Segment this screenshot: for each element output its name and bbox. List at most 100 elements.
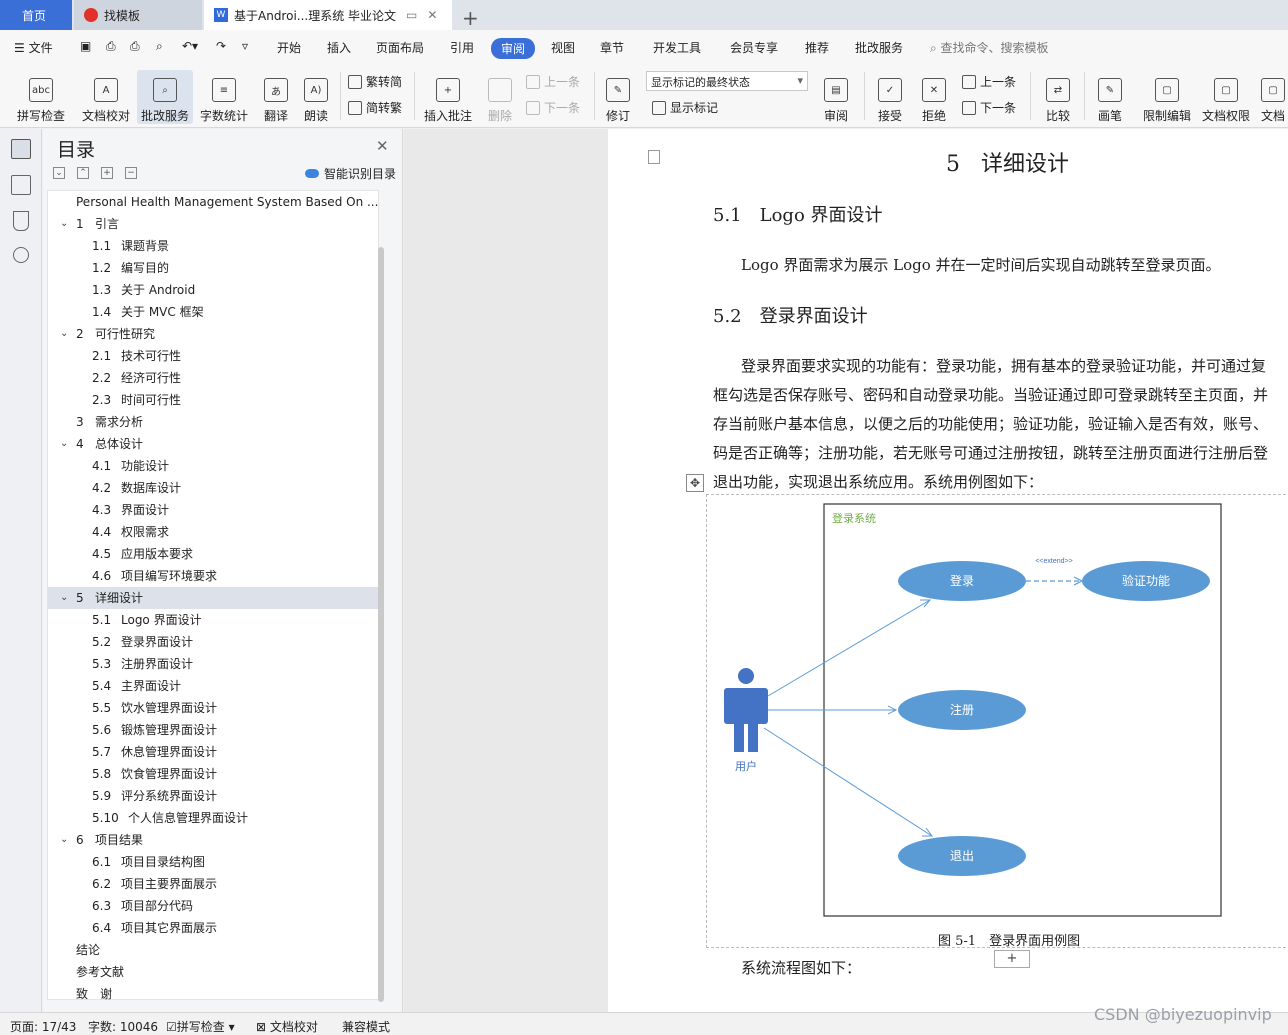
status-spellcheck[interactable]: ☑拼写检查 ▾ [166,1018,235,1035]
markup-state-select[interactable]: 显示标记的最终状态 ▾ [646,71,808,91]
add-heading-icon[interactable]: + [101,167,113,179]
tab-home[interactable]: 首页 [0,0,72,30]
menu-view[interactable]: 视图 [551,39,575,56]
menu-chapter[interactable]: 章节 [600,39,624,56]
toc-item[interactable]: 5.10 个人信息管理界面设计 [48,807,378,829]
search-icon[interactable] [13,247,29,263]
toc-item[interactable]: 2.3 时间可行性 [48,389,378,411]
toc-item[interactable]: ⌄ 5 详细设计 [48,587,378,609]
toc-item[interactable]: 6.2 项目主要界面展示 [48,873,378,895]
toc-item[interactable]: 4.6 项目编写环境要求 [48,565,378,587]
page-menu-icon[interactable] [648,150,660,164]
expand-up-icon[interactable]: ⌃ [77,167,89,179]
command-search[interactable]: ⌕ 查找命令、搜索模板 [930,39,1049,56]
menu-correction[interactable]: 批改服务 [855,39,903,56]
chapter-nav-icon[interactable] [11,175,31,195]
toc-item[interactable]: 4.1 功能设计 [48,455,378,477]
toc-item[interactable]: 6.3 项目部分代码 [48,895,378,917]
next-comment-button[interactable]: 下一条 [526,99,580,116]
close-tab-icon[interactable]: ✕ [427,8,437,22]
export-pdf-icon[interactable]: ⎙ [106,39,116,54]
status-doc-proof[interactable]: ⊠ 文档校对 [256,1018,318,1035]
next-change-button[interactable]: 下一条 [962,99,1016,116]
word-count-indicator[interactable]: 字数: 10046 [88,1018,158,1035]
toc-item[interactable]: 4.4 权限需求 [48,521,378,543]
delete-comment-button[interactable]: 删除 [480,70,520,124]
chevron-down-icon[interactable]: ⌄ [60,433,68,455]
chevron-down-icon[interactable]: ⌄ [60,587,68,609]
redo-icon[interactable]: ↷ [216,39,226,53]
menu-references[interactable]: 引用 [450,39,474,56]
toc-item[interactable]: 参考文献 [48,961,378,983]
toc-item[interactable]: 2.1 技术可行性 [48,345,378,367]
compare-button[interactable]: ⇄ 比较 [1038,70,1078,124]
menu-developer[interactable]: 开发工具 [653,39,701,56]
review-pane-button[interactable]: ▤ 审阅 [816,70,856,124]
pen-button[interactable]: ✎ 画笔 [1092,70,1128,124]
translate-button[interactable]: あ翻译 [256,70,296,124]
file-menu[interactable]: ☰ 文件 [14,39,53,56]
chevron-down-icon[interactable]: ⌄ [60,829,68,851]
toc-item[interactable]: ⌄ 6 项目结果 [48,829,378,851]
chevron-down-icon[interactable]: ⌄ [60,213,68,235]
menu-insert[interactable]: 插入 [327,39,351,56]
print-icon[interactable]: ⎙ [130,39,140,54]
toc-item[interactable]: 6.4 项目其它界面展示 [48,917,378,939]
toc-item[interactable]: 5.3 注册界面设计 [48,653,378,675]
toc-item[interactable]: Personal Health Management System Based … [48,191,378,213]
smart-toc-button[interactable]: 智能识别目录 [305,165,396,182]
toc-item[interactable]: 2.2 经济可行性 [48,367,378,389]
toc-item[interactable]: 5.9 评分系统界面设计 [48,785,378,807]
doc-permission-button[interactable]: ▢ 文档权限 [1200,70,1252,124]
save-icon[interactable]: ▣ [80,39,91,53]
collapse-all-icon[interactable]: ⌄ [53,167,65,179]
read-aloud-button[interactable]: A) 朗读 [298,70,334,124]
new-tab-button[interactable]: + [462,3,479,33]
move-object-icon[interactable]: ✥ [686,474,704,492]
toc-item[interactable]: ⌄ 1 引言 [48,213,378,235]
toc-item[interactable]: 4.2 数据库设计 [48,477,378,499]
menu-page-layout[interactable]: 页面布局 [376,39,424,56]
doc-extra-button[interactable]: ▢ 文档 [1258,70,1288,124]
menu-recommend[interactable]: 推荐 [805,39,829,56]
toc-nav-icon[interactable] [11,139,31,159]
undo-icon[interactable]: ↶▾ [182,39,198,53]
toc-item[interactable]: 1.2 编写目的 [48,257,378,279]
menu-start[interactable]: 开始 [277,39,301,56]
remove-heading-icon[interactable]: − [125,167,137,179]
accept-button[interactable]: ✓ 接受 [870,70,910,124]
page-indicator[interactable]: 页面: 17/43 [10,1018,76,1035]
bookmark-icon[interactable] [13,211,29,231]
toc-scrollbar[interactable] [378,247,384,1002]
tab-document[interactable]: W 基于Androi...理系统 毕业论文 ▭ ✕ [204,0,452,30]
toc-item[interactable]: 5.5 饮水管理界面设计 [48,697,378,719]
show-markup-button[interactable]: 显示标记 [652,99,718,116]
pin-tab-icon[interactable]: ▭ [406,8,417,22]
tab-template[interactable]: 找模板 [74,0,202,30]
insert-comment-button[interactable]: + 插入批注 [422,70,474,124]
toc-item[interactable]: 1.3 关于 Android [48,279,378,301]
toc-item[interactable]: 1.1 课题背景 [48,235,378,257]
toc-item[interactable]: 3 需求分析 [48,411,378,433]
spellcheck-button[interactable]: abc 拼写检查 [10,70,72,124]
toc-item[interactable]: 5.6 锻炼管理界面设计 [48,719,378,741]
menu-review[interactable]: 审阅 [491,38,536,59]
prev-change-button[interactable]: 上一条 [962,73,1016,90]
toc-item[interactable]: 5.1 Logo 界面设计 [48,609,378,631]
word-count-button[interactable]: ≡ 字数统计 [196,70,252,124]
toc-item[interactable]: ⌄ 2 可行性研究 [48,323,378,345]
menu-member[interactable]: 会员专享 [730,39,778,56]
toc-item[interactable]: 5.8 饮食管理界面设计 [48,763,378,785]
toc-item[interactable]: 5.7 休息管理界面设计 [48,741,378,763]
toc-item[interactable]: 致 谢 [48,983,378,1005]
toc-item[interactable]: 5.4 主界面设计 [48,675,378,697]
toc-item[interactable]: ⌄ 4 总体设计 [48,433,378,455]
toc-item[interactable]: 5.2 登录界面设计 [48,631,378,653]
reject-button[interactable]: ✕ 拒绝 [914,70,954,124]
toc-item[interactable]: 6.1 项目目录结构图 [48,851,378,873]
restrict-edit-button[interactable]: ▢ 限制编辑 [1140,70,1194,124]
add-below-button[interactable]: + [994,950,1030,968]
correction-service-button[interactable]: ⌕ 批改服务 [137,70,193,124]
trad-to-simp-button[interactable]: 繁转简 [348,73,402,90]
chevron-down-icon[interactable]: ⌄ [60,323,68,345]
